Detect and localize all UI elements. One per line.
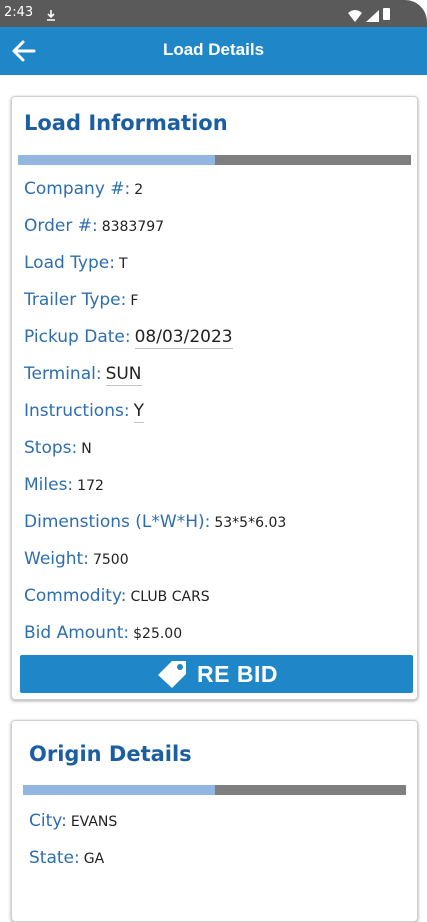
battery-icon xyxy=(383,8,390,20)
field-terminal: Terminal: SUN xyxy=(24,362,142,386)
field-label: Dimenstions (L*W*H): xyxy=(24,512,211,532)
field-state: State: GA xyxy=(29,846,104,870)
field-commodity: Commodity: CLUB CARS xyxy=(24,584,210,608)
field-value: 8383797 xyxy=(101,219,165,235)
origin-details-title: Origin Details xyxy=(29,742,192,766)
field-label: Weight: xyxy=(24,549,89,569)
field-value: 53*5*6.03 xyxy=(214,515,287,531)
progress-fill xyxy=(18,155,215,165)
terminal-value[interactable]: SUN xyxy=(105,364,142,386)
download-status-icon xyxy=(46,7,56,26)
field-load-type: Load Type: T xyxy=(24,251,128,275)
field-label: Company #: xyxy=(24,179,131,199)
field-label: Terminal: xyxy=(24,364,102,384)
field-label: Instructions: xyxy=(24,401,130,421)
rebid-button[interactable]: RE BID xyxy=(20,655,413,693)
origin-details-card: Origin Details City: EVANS State: GA xyxy=(11,720,418,922)
progress-fill xyxy=(23,785,215,795)
field-value: F xyxy=(130,293,139,309)
field-value: 7500 xyxy=(92,552,129,568)
field-value: CLUB CARS xyxy=(130,589,210,605)
app-bar: Load Details xyxy=(0,27,427,75)
load-information-progress xyxy=(18,155,411,165)
field-label: City: xyxy=(29,811,67,831)
field-label: Trailer Type: xyxy=(24,290,127,310)
field-bid-amount: Bid Amount: $25.00 xyxy=(24,621,182,645)
page-title: Load Details xyxy=(162,40,265,59)
field-label: Bid Amount: xyxy=(24,623,130,643)
field-value: EVANS xyxy=(70,814,118,830)
field-dimensions: Dimenstions (L*W*H): 53*5*6.03 xyxy=(24,510,286,534)
field-value: N xyxy=(81,441,92,457)
field-value: T xyxy=(118,256,128,272)
status-time: 2:43 xyxy=(4,5,34,20)
origin-details-progress xyxy=(23,785,406,795)
field-label: Stops: xyxy=(24,438,78,458)
field-order: Order #: 8383797 xyxy=(24,214,164,238)
price-tag-icon xyxy=(158,661,187,688)
field-value: 172 xyxy=(77,478,104,494)
wifi-icon xyxy=(348,7,362,26)
field-value: 2 xyxy=(134,182,144,198)
field-company: Company #: 2 xyxy=(24,177,143,201)
field-value: $25.00 xyxy=(133,626,183,642)
load-information-title: Load Information xyxy=(24,111,228,135)
cell-signal-icon xyxy=(366,7,379,26)
instructions-value[interactable]: Y xyxy=(133,401,144,423)
field-instructions: Instructions: Y xyxy=(24,399,144,423)
field-pickup-date: Pickup Date: 08/03/2023 xyxy=(24,325,233,349)
field-stops: Stops: N xyxy=(24,436,92,460)
field-trailer-type: Trailer Type: F xyxy=(24,288,138,312)
field-label: Commodity: xyxy=(24,586,127,606)
field-label: Load Type: xyxy=(24,253,115,273)
field-label: Pickup Date: xyxy=(24,327,131,347)
field-weight: Weight: 7500 xyxy=(24,547,129,571)
field-label: Order #: xyxy=(24,216,98,236)
field-label: State: xyxy=(29,848,80,868)
status-bar: 2:43 xyxy=(0,0,427,27)
field-value: GA xyxy=(83,851,105,867)
field-city: City: EVANS xyxy=(29,809,117,833)
pickup-date-value[interactable]: 08/03/2023 xyxy=(134,327,233,349)
field-miles: Miles: 172 xyxy=(24,473,104,497)
rebid-label: RE BID xyxy=(197,660,278,687)
load-information-card: Load Information Company #: 2 Order #: 838… xyxy=(11,96,418,700)
field-label: Miles: xyxy=(24,475,74,495)
